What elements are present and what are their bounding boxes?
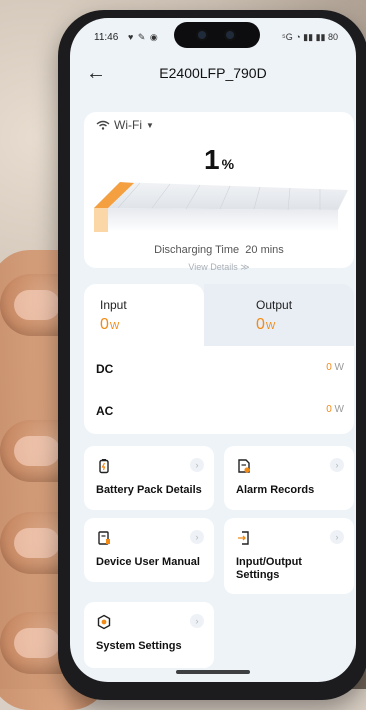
status-bar: 11:46 ♥ ✎ ◉ ⁵G ◔ ▮▮ ▮▮ 80 — [70, 18, 356, 50]
system-status-icons: ⁵G ◔ ▮▮ ▮▮ 80 — [282, 32, 338, 42]
chevron-right-icon: › — [190, 458, 204, 472]
list-item-dc: DC 0 W — [84, 350, 354, 390]
dc-value: 0 W — [326, 362, 344, 373]
battery-percent-value: 1 — [203, 144, 220, 175]
output-power-unit: W — [265, 321, 276, 332]
chevron-right-icon: › — [330, 530, 344, 544]
chevron-right-icon: › — [190, 530, 204, 544]
alarm-record-icon — [238, 459, 250, 473]
battery-percentage: 1% — [84, 144, 354, 176]
ac-label: AC — [96, 404, 114, 418]
discharging-value: 20 mins — [245, 244, 284, 256]
input-power: 0W — [100, 316, 119, 334]
tile-label: Device User Manual — [96, 556, 200, 568]
alarm-records-tile[interactable]: › Alarm Records — [224, 446, 354, 510]
power-io-panel: Input 0W Output 0W — [84, 284, 354, 346]
battery-pack-illustration — [94, 182, 348, 232]
dc-label: DC — [96, 362, 114, 376]
io-settings-icon — [238, 531, 249, 545]
output-panel: Output 0W — [204, 284, 354, 346]
chevron-right-icon: › — [190, 614, 204, 628]
output-power-value: 0 — [256, 316, 265, 333]
connection-selector[interactable]: Wi-Fi ▼ — [96, 118, 154, 132]
status-time: 11:46 — [94, 32, 119, 43]
output-power: 0W — [256, 316, 275, 334]
tile-label: Alarm Records — [236, 484, 315, 496]
chevron-down-icon: ▼ — [145, 120, 154, 130]
tile-label: Battery Pack Details — [96, 484, 202, 496]
app-screen: 11:46 ♥ ✎ ◉ ⁵G ◔ ▮▮ ▮▮ 80 ← E2400LFP_790… — [70, 18, 356, 682]
battery-icon — [99, 459, 109, 474]
input-output-settings-tile[interactable]: › Input/Output Settings — [224, 518, 354, 594]
camera-notch — [174, 22, 260, 48]
output-list: DC 0 W AC 0 W — [84, 346, 354, 434]
output-label: Output — [256, 298, 293, 312]
battery-percent-unit: % — [221, 156, 235, 172]
discharging-time: Discharging Time 20 mins — [84, 244, 354, 256]
battery-card: Wi-Fi ▼ 1% Discharging Time 20 mins View… — [84, 112, 354, 272]
input-power-value: 0 — [100, 316, 109, 333]
input-label: Input — [100, 298, 127, 312]
ac-value: 0 W — [326, 404, 344, 415]
settings-gear-icon — [97, 614, 111, 630]
input-power-unit: W — [109, 321, 120, 332]
notification-icons: ♥ ✎ ◉ — [128, 32, 159, 42]
system-settings-tile[interactable]: › System Settings — [84, 602, 214, 668]
manual-icon — [98, 531, 110, 545]
page-title: E2400LFP_790D — [159, 65, 267, 81]
list-item-ac: AC 0 W — [84, 392, 354, 432]
connection-label: Wi-Fi — [114, 118, 142, 132]
wifi-icon — [96, 120, 110, 130]
device-user-manual-tile[interactable]: › Device User Manual — [84, 518, 214, 582]
input-panel: Input 0W — [84, 284, 204, 346]
battery-pack-details-tile[interactable]: › Battery Pack Details — [84, 446, 214, 510]
camera-lens-icon — [226, 31, 234, 39]
camera-lens-icon — [198, 31, 206, 39]
chevron-right-icon: › — [330, 458, 344, 472]
view-details-link[interactable]: View Details ≫ — [84, 262, 354, 273]
tile-label: System Settings — [96, 640, 182, 652]
tile-label: Input/Output Settings — [236, 556, 302, 581]
top-bar: ← E2400LFP_790D — [70, 58, 356, 90]
home-indicator[interactable] — [176, 670, 250, 674]
discharging-label: Discharging Time — [154, 244, 240, 256]
